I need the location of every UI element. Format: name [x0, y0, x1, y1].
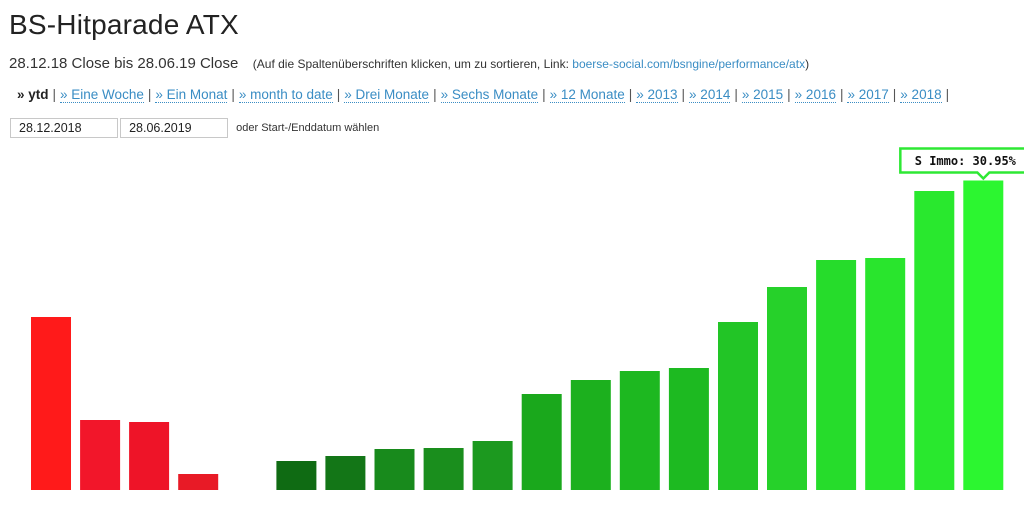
nav-item-1[interactable]: » Eine Woche: [60, 87, 144, 103]
performance-link[interactable]: boerse-social.com/bsngine/performance/at…: [572, 57, 805, 71]
nav-item-11[interactable]: » 2017: [847, 87, 889, 103]
bar-3[interactable]: [178, 474, 219, 490]
nav-separator: |: [787, 87, 791, 102]
bar-8[interactable]: [423, 448, 464, 490]
nav-item-12[interactable]: » 2018: [900, 87, 942, 103]
page-title: BS-Hitparade ATX: [9, 9, 239, 40]
nav-separator: |: [231, 87, 235, 102]
nav-separator: |: [628, 87, 633, 102]
nav-item-8[interactable]: » 2014: [689, 87, 731, 103]
nav-separator: |: [892, 87, 897, 102]
date-hint: oder Start-/Enddatum wählen: [236, 122, 380, 134]
bar-15[interactable]: [767, 287, 807, 490]
bar-1[interactable]: [80, 420, 121, 490]
bar-2[interactable]: [129, 422, 170, 490]
nav-separator: |: [147, 87, 152, 102]
bar-10[interactable]: [521, 394, 562, 490]
nav-item-5[interactable]: » Sechs Monate: [440, 87, 539, 103]
nav-item-4[interactable]: » Drei Monate: [344, 87, 430, 103]
subline: 28.12.18 Close bis 28.06.19 Close (Auf d…: [9, 55, 809, 73]
nav-separator: |: [734, 87, 738, 102]
start-date-input[interactable]: [10, 118, 118, 138]
nav-separator: |: [945, 87, 950, 102]
bar-tooltip: S Immo: 30.95%: [899, 147, 1024, 181]
bar-17[interactable]: [865, 258, 906, 490]
nav-item-3[interactable]: » month to date: [238, 87, 333, 103]
tooltip-label: S Immo: 30.95%: [915, 154, 1017, 168]
bar-6[interactable]: [325, 456, 366, 490]
nav-separator: |: [52, 87, 57, 102]
bar-13[interactable]: [668, 368, 709, 490]
nav-separator: |: [336, 87, 341, 102]
nav-separator: |: [839, 87, 844, 102]
period-nav: » ytd |» Eine Woche |» Ein Monat |» month t…: [17, 87, 953, 103]
bar-12[interactable]: [619, 371, 660, 490]
sort-note: (Auf die Spaltenüberschriften klicken, u…: [253, 57, 809, 71]
note-suffix: ): [805, 57, 810, 71]
nav-separator: |: [433, 87, 437, 102]
bar-0[interactable]: [31, 317, 71, 490]
nav-item-9[interactable]: » 2015: [741, 87, 784, 103]
nav-separator: |: [681, 87, 686, 102]
end-date-input[interactable]: [120, 118, 229, 138]
nav-item-6[interactable]: » 12 Monate: [549, 87, 625, 103]
period-text: 28.12.18 Close bis 28.06.19 Close: [9, 55, 239, 72]
bar-16[interactable]: [816, 260, 857, 490]
bar-5[interactable]: [276, 461, 317, 490]
nav-item-7[interactable]: » 2013: [636, 87, 678, 103]
nav-item-2[interactable]: » Ein Monat: [155, 87, 228, 103]
bar-11[interactable]: [570, 380, 611, 490]
bar-7[interactable]: [374, 449, 415, 490]
nav-item-0[interactable]: » ytd: [17, 87, 49, 102]
bar-9[interactable]: [472, 441, 513, 490]
bar-18[interactable]: [914, 191, 955, 490]
bar-14[interactable]: [718, 322, 758, 490]
nav-item-10[interactable]: » 2016: [794, 87, 836, 103]
performance-bar-chart: S Immo: 30.95%: [31, 147, 1024, 491]
note-prefix: (Auf die Spaltenüberschriften klicken, u…: [252, 57, 573, 71]
date-range: oder Start-/Enddatum wählen: [10, 118, 379, 138]
nav-separator: |: [542, 87, 546, 102]
bar-19[interactable]: [963, 180, 1004, 491]
